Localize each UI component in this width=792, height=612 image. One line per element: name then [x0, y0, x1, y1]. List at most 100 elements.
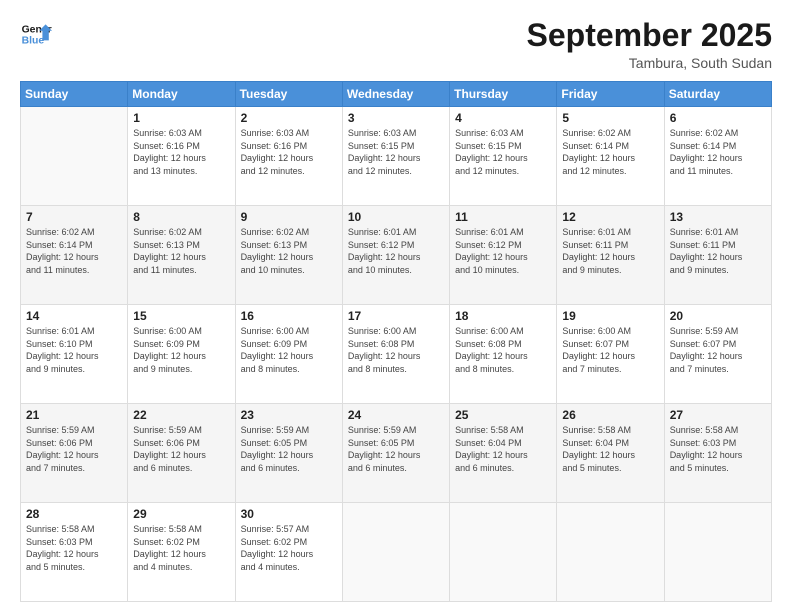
day-number: 23: [241, 408, 337, 422]
day-info: Sunrise: 6:01 AMSunset: 6:11 PMDaylight:…: [670, 226, 766, 276]
table-row: [557, 503, 664, 602]
day-number: 13: [670, 210, 766, 224]
day-number: 1: [133, 111, 229, 125]
table-row: 21 Sunrise: 5:59 AMSunset: 6:06 PMDayligh…: [21, 404, 128, 503]
day-info: Sunrise: 6:03 AMSunset: 6:15 PMDaylight:…: [348, 127, 444, 177]
day-info: Sunrise: 6:02 AMSunset: 6:14 PMDaylight:…: [562, 127, 658, 177]
table-row: 25 Sunrise: 5:58 AMSunset: 6:04 PMDayligh…: [450, 404, 557, 503]
header-thursday: Thursday: [450, 82, 557, 107]
table-row: 27 Sunrise: 5:58 AMSunset: 6:03 PMDayligh…: [664, 404, 771, 503]
table-row: 7Sunrise: 6:02 AMSunset: 6:14 PMDaylight…: [21, 206, 128, 305]
day-number: 8: [133, 210, 229, 224]
day-number: 7: [26, 210, 122, 224]
day-number: 27: [670, 408, 766, 422]
table-row: 30Sunrise: 5:57 AMSunset: 6:02 PMDayligh…: [235, 503, 342, 602]
day-info: Sunrise: 6:01 AMSunset: 6:10 PMDaylight:…: [26, 325, 122, 375]
table-row: 4 Sunrise: 6:03 AMSunset: 6:15 PMDaylight…: [450, 107, 557, 206]
table-row: 29 Sunrise: 5:58 AMSunset: 6:02 PMDayligh…: [128, 503, 235, 602]
day-info: Sunrise: 5:59 AMSunset: 6:05 PMDaylight:…: [348, 424, 444, 474]
table-row: 5 Sunrise: 6:02 AMSunset: 6:14 PMDaylight…: [557, 107, 664, 206]
day-number: 30: [241, 507, 337, 521]
day-number: 2: [241, 111, 337, 125]
day-info: Sunrise: 5:59 AMSunset: 6:06 PMDaylight:…: [133, 424, 229, 474]
day-info: Sunrise: 6:01 AMSunset: 6:12 PMDaylight:…: [455, 226, 551, 276]
day-number: 29: [133, 507, 229, 521]
day-info: Sunrise: 6:03 AMSunset: 6:15 PMDaylight:…: [455, 127, 551, 177]
table-row: 11 Sunrise: 6:01 AMSunset: 6:12 PMDayligh…: [450, 206, 557, 305]
header-wednesday: Wednesday: [342, 82, 449, 107]
day-number: 9: [241, 210, 337, 224]
svg-text:Blue: Blue: [22, 36, 45, 47]
calendar-week-row: 28Sunrise: 5:58 AMSunset: 6:03 PMDayligh…: [21, 503, 772, 602]
day-info: Sunrise: 6:00 AMSunset: 6:09 PMDaylight:…: [241, 325, 337, 375]
table-row: 2 Sunrise: 6:03 AMSunset: 6:16 PMDaylight…: [235, 107, 342, 206]
day-info: Sunrise: 6:02 AMSunset: 6:14 PMDaylight:…: [670, 127, 766, 177]
day-info: Sunrise: 5:58 AMSunset: 6:03 PMDaylight:…: [670, 424, 766, 474]
table-row: [342, 503, 449, 602]
table-row: 13 Sunrise: 6:01 AMSunset: 6:11 PMDayligh…: [664, 206, 771, 305]
day-number: 16: [241, 309, 337, 323]
table-row: 6 Sunrise: 6:02 AMSunset: 6:14 PMDaylight…: [664, 107, 771, 206]
day-info: Sunrise: 6:00 AMSunset: 6:07 PMDaylight:…: [562, 325, 658, 375]
day-info: Sunrise: 6:02 AMSunset: 6:13 PMDaylight:…: [241, 226, 337, 276]
table-row: 24 Sunrise: 5:59 AMSunset: 6:05 PMDayligh…: [342, 404, 449, 503]
logo: General Blue: [20, 18, 52, 50]
day-info: Sunrise: 6:00 AMSunset: 6:08 PMDaylight:…: [348, 325, 444, 375]
day-info: Sunrise: 5:58 AMSunset: 6:04 PMDaylight:…: [455, 424, 551, 474]
calendar-week-row: 7Sunrise: 6:02 AMSunset: 6:14 PMDaylight…: [21, 206, 772, 305]
title-block: September 2025 Tambura, South Sudan: [527, 18, 772, 71]
day-number: 10: [348, 210, 444, 224]
day-number: 19: [562, 309, 658, 323]
table-row: 15Sunrise: 6:00 AMSunset: 6:09 PMDayligh…: [128, 305, 235, 404]
table-row: 16 Sunrise: 6:00 AMSunset: 6:09 PMDayligh…: [235, 305, 342, 404]
day-number: 4: [455, 111, 551, 125]
header-sunday: Sunday: [21, 82, 128, 107]
table-row: 22 Sunrise: 5:59 AMSunset: 6:06 PMDayligh…: [128, 404, 235, 503]
day-info: Sunrise: 6:03 AMSunset: 6:16 PMDaylight:…: [133, 127, 229, 177]
table-row: 14 Sunrise: 6:01 AMSunset: 6:10 PMDayligh…: [21, 305, 128, 404]
table-row: 23Sunrise: 5:59 AMSunset: 6:05 PMDayligh…: [235, 404, 342, 503]
day-number: 25: [455, 408, 551, 422]
table-row: 17Sunrise: 6:00 AMSunset: 6:08 PMDayligh…: [342, 305, 449, 404]
day-info: Sunrise: 5:59 AMSunset: 6:06 PMDaylight:…: [26, 424, 122, 474]
table-row: 18 Sunrise: 6:00 AMSunset: 6:08 PMDayligh…: [450, 305, 557, 404]
day-number: 6: [670, 111, 766, 125]
day-info: Sunrise: 6:01 AMSunset: 6:11 PMDaylight:…: [562, 226, 658, 276]
calendar-week-row: 1 Sunrise: 6:03 AMSunset: 6:16 PMDaylight…: [21, 107, 772, 206]
day-number: 21: [26, 408, 122, 422]
table-row: 10 Sunrise: 6:01 AMSunset: 6:12 PMDayligh…: [342, 206, 449, 305]
table-row: [21, 107, 128, 206]
table-row: [450, 503, 557, 602]
day-info: Sunrise: 6:01 AMSunset: 6:12 PMDaylight:…: [348, 226, 444, 276]
day-info: Sunrise: 6:03 AMSunset: 6:16 PMDaylight:…: [241, 127, 337, 177]
day-number: 26: [562, 408, 658, 422]
day-number: 20: [670, 309, 766, 323]
day-number: 5: [562, 111, 658, 125]
header: General Blue September 2025 Tambura, Sou…: [20, 18, 772, 71]
table-row: 1 Sunrise: 6:03 AMSunset: 6:16 PMDaylight…: [128, 107, 235, 206]
day-number: 11: [455, 210, 551, 224]
header-monday: Monday: [128, 82, 235, 107]
day-number: 24: [348, 408, 444, 422]
day-number: 18: [455, 309, 551, 323]
day-info: Sunrise: 6:00 AMSunset: 6:08 PMDaylight:…: [455, 325, 551, 375]
day-info: Sunrise: 6:02 AMSunset: 6:13 PMDaylight:…: [133, 226, 229, 276]
day-info: Sunrise: 5:58 AMSunset: 6:02 PMDaylight:…: [133, 523, 229, 573]
table-row: 28Sunrise: 5:58 AMSunset: 6:03 PMDayligh…: [21, 503, 128, 602]
header-saturday: Saturday: [664, 82, 771, 107]
day-number: 28: [26, 507, 122, 521]
header-friday: Friday: [557, 82, 664, 107]
calendar-table: Sunday Monday Tuesday Wednesday Thursday…: [20, 81, 772, 602]
header-tuesday: Tuesday: [235, 82, 342, 107]
weekday-header-row: Sunday Monday Tuesday Wednesday Thursday…: [21, 82, 772, 107]
table-row: 12 Sunrise: 6:01 AMSunset: 6:11 PMDayligh…: [557, 206, 664, 305]
table-row: 20Sunrise: 5:59 AMSunset: 6:07 PMDayligh…: [664, 305, 771, 404]
table-row: 3Sunrise: 6:03 AMSunset: 6:15 PMDaylight…: [342, 107, 449, 206]
table-row: [664, 503, 771, 602]
day-number: 14: [26, 309, 122, 323]
month-title: September 2025: [527, 18, 772, 53]
logo-icon: General Blue: [20, 18, 52, 50]
day-number: 22: [133, 408, 229, 422]
day-info: Sunrise: 5:58 AMSunset: 6:04 PMDaylight:…: [562, 424, 658, 474]
day-number: 12: [562, 210, 658, 224]
